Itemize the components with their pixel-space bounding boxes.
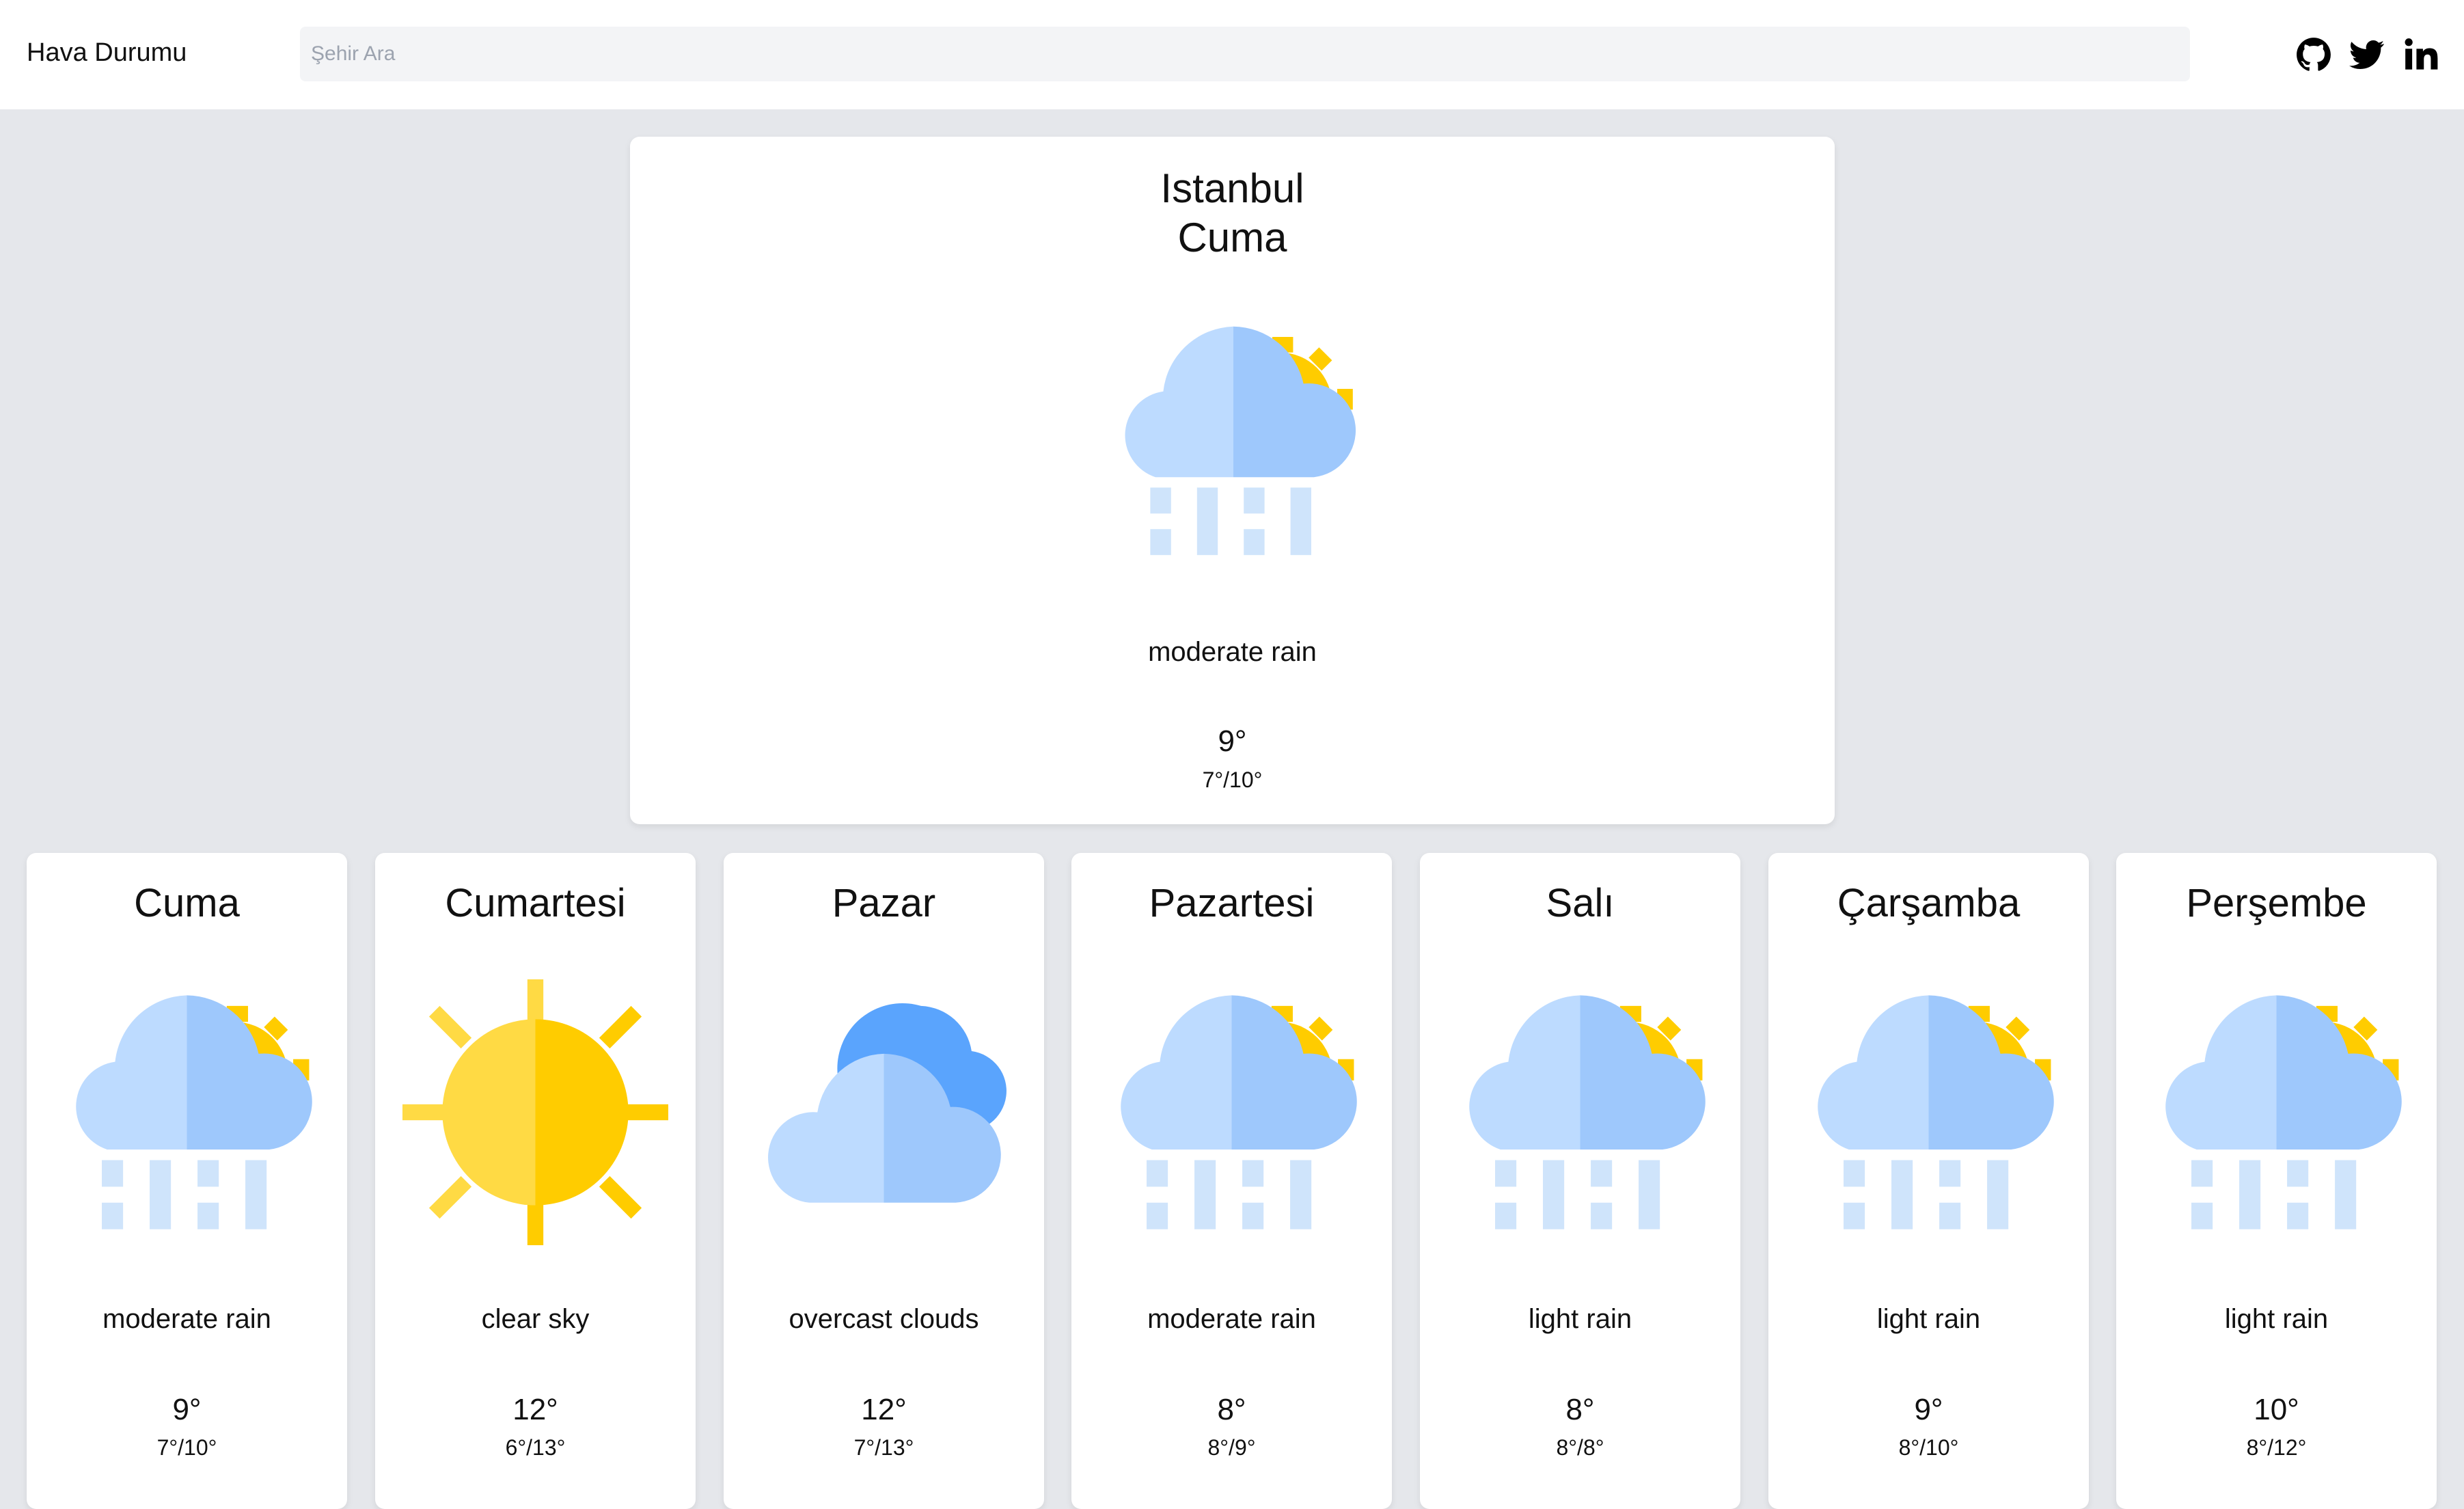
- forecast-day: Pazartesi: [1149, 881, 1315, 925]
- forecast-card: Pazar overcast clouds 12° 7°/13°: [724, 853, 1044, 1509]
- forecast-card: Cumartesi clear sky 12° 6°/13°: [375, 853, 696, 1509]
- forecast-range: 8°/9°: [1207, 1435, 1256, 1460]
- forecast-range: 6°/13°: [505, 1435, 566, 1460]
- linkedin-link[interactable]: [2404, 37, 2439, 72]
- forecast-temperature: 8°: [1217, 1393, 1246, 1426]
- forecast-day: Pazar: [832, 881, 936, 925]
- current-weather-card: Istanbul Cuma moderate rain 9° 7°/10°: [630, 137, 1835, 824]
- forecast-day: Çarşamba: [1837, 881, 2021, 925]
- linkedin-icon: [2405, 38, 2438, 70]
- forecast-description: moderate rain: [1147, 1304, 1316, 1334]
- forecast-range: 7°/10°: [156, 1435, 217, 1460]
- forecast-description: light rain: [1876, 1304, 1981, 1334]
- twitter-link[interactable]: [2349, 37, 2385, 72]
- forecast-description: clear sky: [481, 1304, 590, 1334]
- weather-description: moderate rain: [1148, 637, 1317, 667]
- forecast-card: Perşembe light rain 10° 8°/12°: [2116, 853, 2437, 1509]
- app-title: Hava Durumu: [27, 38, 187, 67]
- forecast-description: overcast clouds: [789, 1304, 979, 1334]
- forecast-day: Cuma: [134, 881, 240, 925]
- overcast-clouds-icon: [751, 979, 1017, 1245]
- forecast-temperature: 9°: [172, 1393, 202, 1426]
- current-temperature: 9°: [1218, 724, 1247, 758]
- forecast-description: light rain: [2224, 1304, 2329, 1334]
- temperature-range: 7°/10°: [1202, 767, 1263, 792]
- rain-cloud-sun-icon: [1099, 979, 1365, 1245]
- forecast-description: light rain: [1528, 1304, 1632, 1334]
- forecast-card: Pazartesi moderate rain 8° 8°/9°: [1071, 853, 1392, 1509]
- rain-cloud-sun-icon: [1447, 979, 1713, 1245]
- forecast-temperature: 8°: [1565, 1393, 1595, 1426]
- current-day: Cuma: [1177, 215, 1287, 260]
- twitter-icon: [2349, 40, 2385, 70]
- forecast-temperature: 12°: [861, 1393, 907, 1426]
- rain-cloud-sun-icon: [1796, 979, 2062, 1245]
- city-name: Istanbul: [1160, 165, 1304, 211]
- rain-cloud-sun-icon: [54, 979, 320, 1245]
- forecast-day: Perşembe: [2186, 881, 2367, 925]
- forecast-card: Cuma moderate rain 9° 7°/10°: [27, 853, 347, 1509]
- forecast-day: Salı: [1546, 881, 1615, 925]
- forecast-temperature: 10°: [2254, 1393, 2299, 1426]
- rain-cloud-sun-icon: [2144, 979, 2409, 1245]
- forecast-description: moderate rain: [102, 1304, 271, 1334]
- sun-icon: [402, 979, 668, 1245]
- forecast-range: 8°/12°: [2246, 1435, 2307, 1460]
- rain-cloud-sun-icon: [1104, 311, 1363, 571]
- forecast-card: Salı light rain 8° 8°/8°: [1420, 853, 1740, 1509]
- forecast-temperature: 12°: [512, 1393, 558, 1426]
- github-icon: [2297, 38, 2331, 71]
- forecast-range: 8°/8°: [1556, 1435, 1604, 1460]
- github-link[interactable]: [2296, 37, 2331, 72]
- forecast-temperature: 9°: [1914, 1393, 1943, 1426]
- forecast-card: Çarşamba light rain 9° 8°/10°: [1768, 853, 2089, 1509]
- forecast-day: Cumartesi: [445, 881, 626, 925]
- top-navbar: Hava Durumu: [0, 0, 2464, 109]
- forecast-range: 8°/10°: [1898, 1435, 1959, 1460]
- forecast-range: 7°/13°: [853, 1435, 914, 1460]
- city-search-input[interactable]: [300, 27, 2190, 81]
